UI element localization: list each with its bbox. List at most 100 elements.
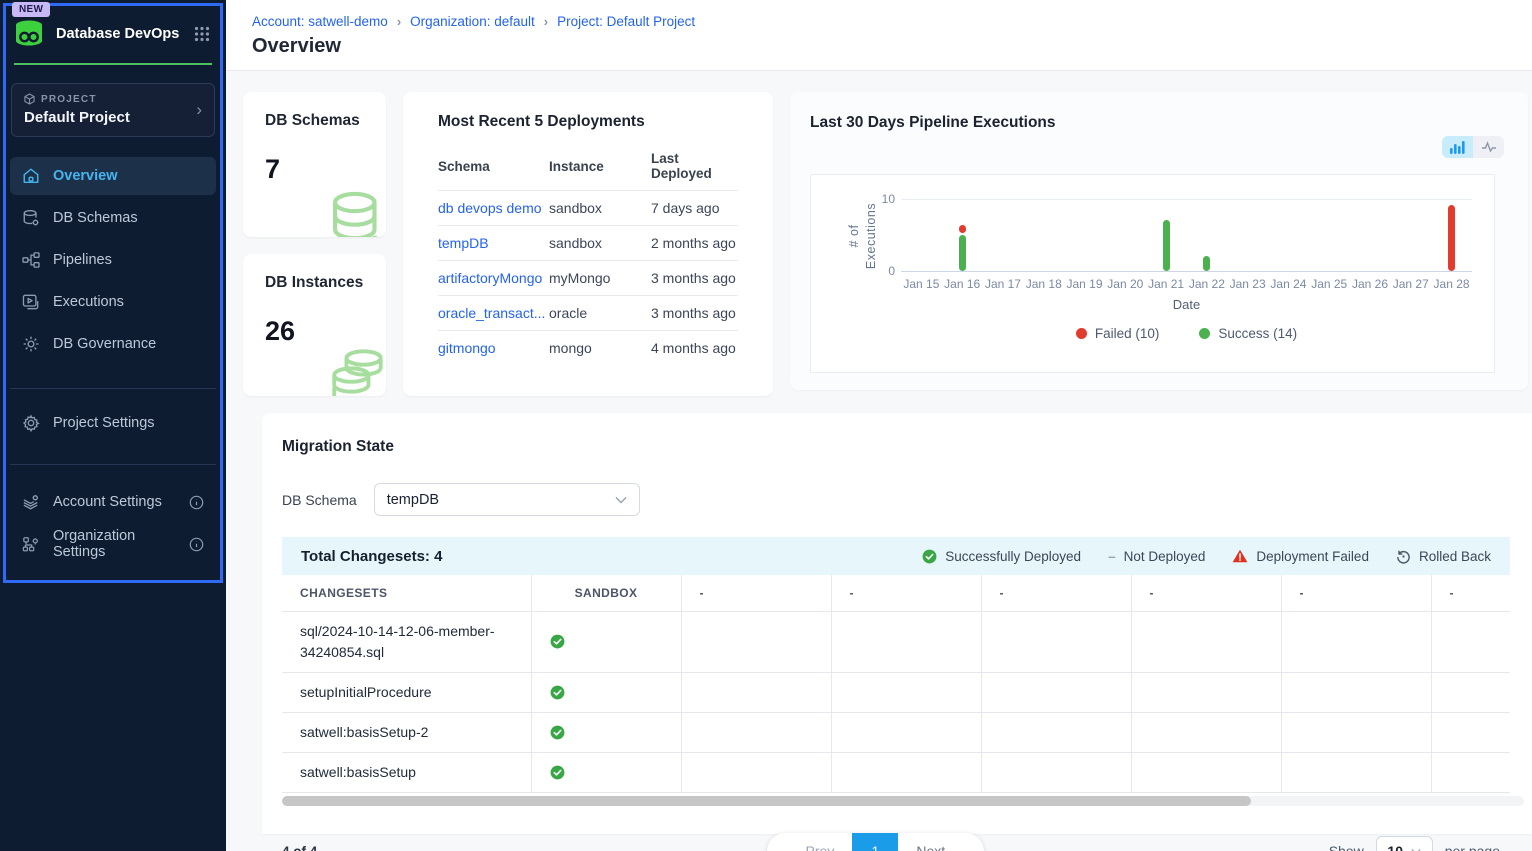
- per-page-label: per page: [1445, 843, 1500, 851]
- deployments-table: Schema Instance Last Deployed db devops …: [438, 141, 738, 365]
- success-icon: [550, 685, 565, 700]
- brand-divider: [14, 63, 212, 65]
- y-axis-label: # ofExecutions: [817, 190, 909, 282]
- sidebar-item-label: Organization Settings: [53, 528, 176, 560]
- horizontal-scrollbar[interactable]: [282, 796, 1524, 806]
- chart-bar-column: [1227, 175, 1268, 271]
- last-deployed-cell: 3 months ago: [651, 296, 738, 331]
- sidebar: NEW Database DevOps: [0, 0, 226, 851]
- legend-label: Failed (10): [1095, 326, 1160, 341]
- database-stack-icon: [322, 348, 386, 396]
- instance-cell: mongo: [549, 331, 651, 366]
- sidebar-header: Database DevOps: [0, 18, 226, 49]
- legend-deployment-failed: Deployment Failed: [1232, 549, 1369, 564]
- schema-link[interactable]: db devops demo: [438, 200, 542, 216]
- sidebar-item-organization-settings[interactable]: Organization Settings: [10, 525, 216, 563]
- chart-bar-column: [1105, 175, 1146, 271]
- chart-plot-panel: # ofExecutions 10 0 Jan 15Jan 16Jan 17Ja…: [810, 174, 1495, 373]
- x-tick-label: Jan 26: [1350, 277, 1391, 291]
- sidebar-item-project-settings[interactable]: Project Settings: [10, 404, 216, 442]
- sidebar-item-executions[interactable]: Executions: [10, 283, 216, 321]
- sidebar-item-label: Project Settings: [53, 415, 155, 431]
- sidebar-item-label: DB Schemas: [53, 210, 138, 226]
- arrow-left-icon: ←: [785, 843, 799, 851]
- x-tick-label: Jan 16: [942, 277, 983, 291]
- chart-bar-column: [942, 175, 983, 271]
- table-row: artifactoryMongo myMongo 3 months ago: [438, 261, 738, 296]
- sidebar-item-pipelines[interactable]: Pipelines: [10, 241, 216, 279]
- table-row: oracle_transact... oracle 3 months ago: [438, 296, 738, 331]
- legend-label: Success (14): [1218, 326, 1297, 341]
- table-row: satwell:basisSetup: [282, 752, 1510, 792]
- schema-link[interactable]: tempDB: [438, 235, 489, 251]
- play-box-icon: [22, 294, 40, 310]
- success-bar: [1203, 256, 1210, 271]
- chevron-right-icon: ›: [196, 100, 202, 120]
- line-chart-toggle-button[interactable]: [1473, 136, 1504, 158]
- empty-status-cell: [981, 712, 1131, 752]
- page-title: Overview: [252, 35, 1532, 58]
- sidebar-item-label: Overview: [53, 168, 118, 184]
- column-header-dash: -: [1431, 575, 1510, 611]
- next-page-button[interactable]: Next →: [898, 843, 984, 851]
- x-tick-label: Jan 20: [1105, 277, 1146, 291]
- scrollbar-thumb[interactable]: [282, 796, 1251, 806]
- dash-icon: –: [1108, 549, 1116, 564]
- bar-chart-toggle-button[interactable]: [1442, 136, 1473, 158]
- x-tick-label: Jan 17: [983, 277, 1024, 291]
- recent-deployments-card: Most Recent 5 Deployments Schema Instanc…: [403, 92, 773, 396]
- sidebar-item-account-settings[interactable]: Account Settings: [10, 483, 216, 521]
- breadcrumb-account-link[interactable]: Account: satwell-demo: [252, 14, 388, 29]
- app-logo-database-icon: [12, 18, 46, 49]
- info-icon[interactable]: [189, 537, 204, 552]
- schema-link[interactable]: artifactoryMongo: [438, 270, 542, 286]
- empty-status-cell: [681, 611, 831, 672]
- legend-label: Successfully Deployed: [945, 549, 1081, 564]
- y-tick-label: 10: [873, 192, 895, 206]
- info-icon[interactable]: [189, 495, 204, 510]
- changeset-cell: satwell:basisSetup: [282, 752, 531, 792]
- chart-bar-column: [1064, 175, 1105, 271]
- empty-status-cell: [831, 611, 981, 672]
- empty-status-cell: [681, 712, 831, 752]
- y-tick-label: 0: [873, 264, 895, 278]
- chart-bar-column: [983, 175, 1024, 271]
- empty-status-cell: [1281, 672, 1431, 712]
- legend-label: Not Deployed: [1124, 549, 1206, 564]
- empty-status-cell: [1131, 712, 1281, 752]
- empty-status-cell: [981, 611, 1131, 672]
- db-schema-select[interactable]: tempDB: [374, 483, 640, 516]
- column-header-dash: -: [1131, 575, 1281, 611]
- pagination-count: 4 of 4: [282, 844, 422, 851]
- breadcrumb-project-link[interactable]: Project: Default Project: [557, 14, 695, 29]
- prev-page-button[interactable]: ← Prev: [767, 843, 853, 851]
- chart-bar-column: [901, 175, 942, 271]
- empty-status-cell: [681, 672, 831, 712]
- project-selector[interactable]: PROJECT Default Project ›: [11, 83, 215, 137]
- check-circle-icon: [922, 549, 937, 564]
- total-changesets-bar: Total Changesets: 4 Successfully Deploye…: [282, 537, 1510, 575]
- legend-successfully-deployed: Successfully Deployed: [922, 549, 1081, 564]
- column-header-dash: -: [681, 575, 831, 611]
- empty-status-cell: [981, 752, 1131, 792]
- schema-link[interactable]: oracle_transact...: [438, 305, 545, 321]
- sidebar-divider: [10, 388, 216, 389]
- empty-status-cell: [1131, 611, 1281, 672]
- sidebar-item-overview[interactable]: Overview: [10, 157, 216, 195]
- breadcrumb: Account: satwell-demo › Organization: de…: [252, 14, 1532, 29]
- apps-grid-icon[interactable]: [194, 26, 210, 42]
- page-size-select[interactable]: 10: [1376, 836, 1433, 851]
- column-header: Last Deployed: [651, 141, 738, 191]
- breadcrumb-organization-link[interactable]: Organization: default: [410, 14, 535, 29]
- page-number-button[interactable]: 1: [852, 833, 898, 851]
- empty-status-cell: [1431, 672, 1510, 712]
- column-header: Schema: [438, 141, 549, 191]
- sidebar-item-db-governance[interactable]: DB Governance: [10, 325, 216, 363]
- changeset-cell: sql/2024-10-14-12-06-member-34240854.sql: [282, 611, 531, 672]
- sidebar-item-db-schemas[interactable]: DB Schemas: [10, 199, 216, 237]
- schema-link[interactable]: gitmongo: [438, 340, 496, 356]
- success-icon: [550, 725, 565, 740]
- column-header-sandbox: SANDBOX: [531, 575, 681, 611]
- last-deployed-cell: 2 months ago: [651, 226, 738, 261]
- empty-status-cell: [831, 672, 981, 712]
